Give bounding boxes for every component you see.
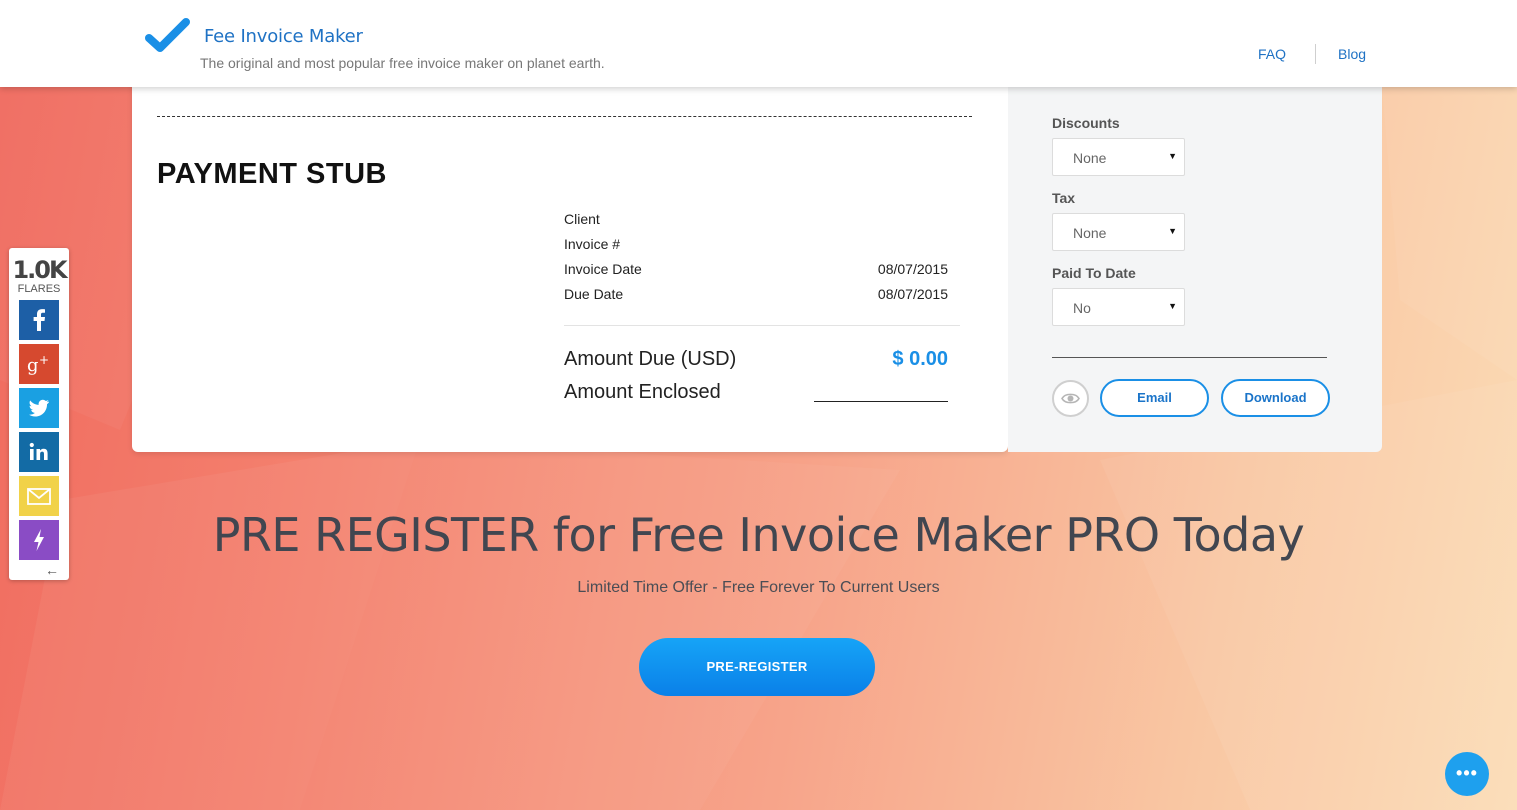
tax-selected-value: None [1073,225,1107,241]
linkedin-share-button[interactable] [19,432,59,472]
facebook-share-button[interactable] [19,300,59,340]
paid-to-date-selected-value: No [1073,300,1091,316]
svg-text:g: g [27,355,39,376]
preview-button[interactable] [1052,380,1089,417]
stub-row-label: Invoice Date [564,261,642,277]
nav-divider [1315,44,1316,64]
pre-register-button[interactable]: PRE-REGISTER [639,638,875,696]
tax-label: Tax [1052,190,1076,206]
tax-select[interactable]: None ▼ [1052,213,1185,251]
stub-row-invoice-number: Invoice # [564,236,948,252]
nav-blog-link[interactable]: Blog [1338,46,1366,62]
promo-subtitle: Limited Time Offer - Free Forever To Cur… [577,579,940,596]
google-plus-share-button[interactable]: g + [19,344,59,384]
stub-row-value: 08/07/2015 [877,261,948,277]
amount-enclosed-label: Amount Enclosed [564,381,721,403]
payment-stub-title: PAYMENT STUB [157,158,387,190]
stub-row-client: Client [564,211,948,227]
paid-to-date-label: Paid To Date [1052,265,1136,281]
chat-button[interactable]: ••• [1445,752,1489,796]
amount-due-row: Amount Due (USD) $ 0.00 [564,348,948,371]
chevron-down-icon: ▼ [1168,151,1177,161]
amount-due-value: $ 0.00 [892,348,948,370]
discounts-selected-value: None [1073,150,1107,166]
promo-title: PRE REGISTER for Free Invoice Maker PRO … [212,508,1305,562]
chevron-down-icon: ▼ [1168,226,1177,236]
invoice-card: PAYMENT STUB Client Invoice # Invoice Da… [132,70,1008,452]
invoice-settings-panel: Discounts None ▼ Tax None ▼ Paid To Date… [1008,70,1382,452]
stub-row-invoice-date: Invoice Date 08/07/2015 [564,261,948,277]
panel-divider [1052,357,1327,358]
share-flares-label: FLARES [17,283,61,295]
discounts-select[interactable]: None ▼ [1052,138,1185,176]
chat-dots-icon: ••• [1456,763,1478,783]
stub-divider [564,325,960,326]
stub-row-label: Invoice # [564,236,621,252]
stub-row-due-date: Due Date 08/07/2015 [564,286,948,302]
checkmark-logo-icon[interactable] [145,18,191,54]
eye-icon [1061,393,1080,404]
amount-enclosed-blank-line [814,401,948,402]
discounts-label: Discounts [1052,115,1120,131]
brand-title[interactable]: Fee Invoice Maker [204,26,363,47]
linkedin-icon [29,442,48,460]
google-plus-icon: g + [27,353,49,376]
share-count: 1.0K [12,256,67,284]
stub-row-value: 08/07/2015 [877,286,948,302]
amount-due-label: Amount Due (USD) [564,348,737,370]
twitter-share-button[interactable] [19,388,59,428]
chevron-down-icon: ▼ [1168,301,1177,311]
download-button[interactable]: Download [1221,379,1330,417]
stub-row-label: Client [564,211,600,227]
amount-enclosed-row: Amount Enclosed [564,381,948,404]
nav-faq-link[interactable]: FAQ [1258,46,1286,62]
tear-off-line [157,116,972,117]
brand-tagline: The original and most popular free invoi… [200,55,605,71]
collapse-arrow-icon[interactable]: ← [45,562,59,578]
facebook-icon [33,309,45,331]
site-header: Fee Invoice Maker The original and most … [0,0,1517,87]
svg-text:+: + [39,353,49,367]
paid-to-date-select[interactable]: No ▼ [1052,288,1185,326]
stub-row-label: Due Date [564,286,624,302]
email-button[interactable]: Email [1100,379,1209,417]
twitter-icon [28,399,49,417]
